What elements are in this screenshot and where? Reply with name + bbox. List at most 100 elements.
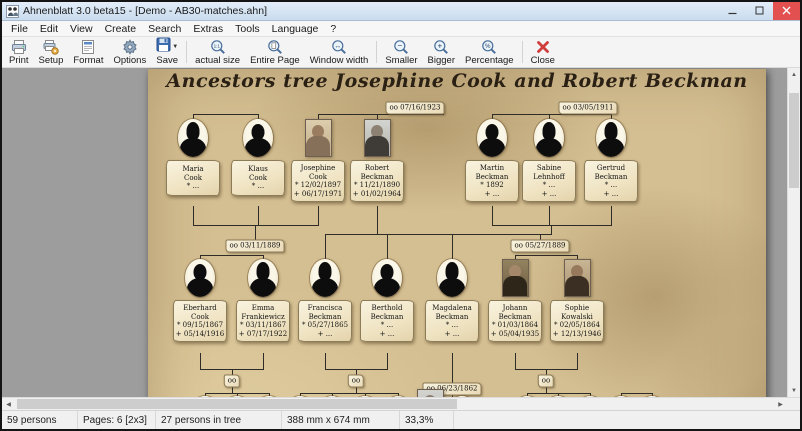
person-text-line: Eberhard: [183, 304, 217, 313]
entire-page-button[interactable]: Entire Page: [245, 37, 305, 67]
bigger-button[interactable]: + Bigger: [423, 37, 460, 67]
menu-help[interactable]: ?: [324, 23, 342, 35]
tree-line: [527, 393, 591, 394]
app-window: Ahnenblatt 3.0 beta15 - [Demo - AB30-mat…: [0, 0, 802, 431]
person-text-line: Josephine: [301, 164, 336, 173]
save-button[interactable]: ▼ Save: [151, 37, 183, 67]
horizontal-scroll-track[interactable]: [15, 398, 774, 410]
person-text-line: Beckman: [309, 313, 342, 322]
person-text-line: Beckman: [476, 173, 509, 182]
smaller-button[interactable]: − Smaller: [380, 37, 422, 67]
person-text-line: Cook: [249, 174, 267, 183]
zoom-entire-page-icon: [267, 39, 283, 55]
menu-file[interactable]: File: [5, 23, 34, 35]
svg-text:1:1: 1:1: [213, 43, 220, 48]
maximize-button[interactable]: [746, 2, 773, 20]
tree-line: [193, 225, 319, 226]
scroll-right-arrow[interactable]: ▶: [774, 398, 787, 410]
tree-person: EmmaFrankiewicz* 03/11/1867+ 07/17/1922: [235, 259, 291, 342]
tree-line: [387, 353, 388, 369]
tree-line: [200, 353, 201, 369]
tree-line: [387, 234, 388, 259]
person-text-line: Klaus: [248, 165, 268, 174]
tree-person: GertrudBeckman* ...+ ...: [583, 119, 639, 202]
person-text-line: + ...: [604, 190, 619, 199]
person-text-line: Magdalena: [432, 304, 472, 313]
close-preview-button[interactable]: Close: [526, 37, 560, 67]
person-text-line: Cook: [191, 313, 209, 322]
options-button[interactable]: Options: [108, 37, 151, 67]
horizontal-scroll-thumb[interactable]: [17, 399, 457, 409]
menu-create[interactable]: Create: [99, 23, 143, 35]
person-text-line: Beckman: [436, 313, 469, 322]
window-controls: [719, 2, 800, 20]
status-persons-in-tree: 27 persons in tree: [156, 411, 282, 429]
marriage-label: oo 03/11/1889: [226, 240, 285, 253]
scroll-left-arrow[interactable]: ◀: [2, 398, 15, 410]
person-text-line: + ...: [542, 190, 557, 199]
menu-tools[interactable]: Tools: [229, 23, 266, 35]
person-text-line: Cook: [309, 173, 327, 182]
scroll-down-arrow[interactable]: ▼: [788, 384, 800, 397]
tree-person: MartinBeckman* 1892+ ...: [464, 119, 520, 202]
actual-size-button[interactable]: 1:1 actual size: [190, 37, 245, 67]
setup-button[interactable]: Setup: [34, 37, 69, 67]
person-silhouette: [310, 259, 340, 297]
preview-area[interactable]: Ancestors tree Josephine Cook and Robert…: [2, 68, 787, 397]
minimize-button[interactable]: [719, 2, 746, 20]
person-text-line: Robert: [365, 164, 389, 173]
print-button[interactable]: Print: [4, 37, 34, 67]
horizontal-scrollbar[interactable]: ◀ ▶: [2, 397, 787, 410]
person-name-box: JohannBeckman* 01/03/1864+ 05/04/1935: [488, 300, 542, 342]
menu-search[interactable]: Search: [142, 23, 187, 35]
tree-line: [452, 353, 453, 383]
window-width-label: Window width: [310, 55, 369, 66]
close-window-button[interactable]: [773, 2, 800, 20]
tree-line: [258, 206, 259, 225]
tree-line: [621, 393, 653, 394]
vertical-scroll-thumb[interactable]: [789, 93, 799, 188]
vertical-scrollbar[interactable]: ▲ ▼: [787, 68, 800, 397]
person-silhouette: [596, 119, 626, 157]
document-page: Ancestors tree Josephine Cook and Robert…: [148, 69, 766, 397]
person-silhouette: [248, 259, 278, 297]
person-text-line: * ...: [543, 181, 555, 190]
person-text-line: Beckman: [595, 173, 628, 182]
person-name-box: MariaCook* ...: [166, 160, 220, 196]
person-text-line: Johann: [503, 304, 528, 313]
person-photo: [364, 119, 391, 157]
person-text-line: Martin: [480, 164, 504, 173]
toolbar: Print Setup Format Options ▼ Save 1:1 ac…: [2, 37, 800, 68]
person-text-line: Gertrud: [597, 164, 625, 173]
minimize-icon: [728, 2, 737, 20]
tree-line: [549, 206, 550, 225]
format-button[interactable]: Format: [68, 37, 108, 67]
person-text-line: * ...: [605, 181, 617, 190]
menu-extras[interactable]: Extras: [187, 23, 229, 35]
tree-person: FranciscaBeckman* 05/27/1865+ ...: [297, 259, 353, 342]
percentage-button[interactable]: % Percentage: [460, 37, 519, 67]
scroll-up-arrow[interactable]: ▲: [788, 68, 800, 81]
save-dropdown-arrow[interactable]: ▼: [172, 44, 178, 50]
actual-size-label: actual size: [195, 55, 240, 66]
close-preview-icon: [535, 39, 551, 55]
window-width-button[interactable]: ↔ Window width: [305, 37, 374, 67]
vertical-scroll-track[interactable]: [788, 81, 800, 384]
tree-line: [492, 206, 493, 225]
person-silhouette: [477, 119, 507, 157]
person-text-line: * 02/05/1864: [554, 321, 600, 330]
person-name-box: MartinBeckman* 1892+ ...: [465, 160, 519, 202]
maximize-icon: [755, 2, 764, 20]
statusbar: 59 persons Pages: 6 [2x3] 27 persons in …: [2, 410, 800, 429]
marriage-label: oo: [224, 375, 240, 388]
person-text-line: * 11/21/1890: [354, 181, 400, 190]
menu-view[interactable]: View: [64, 23, 99, 35]
toolbar-separator: [522, 41, 523, 63]
tree-person: RobertBeckman* 11/21/1890+ 01/02/1964: [349, 119, 405, 202]
person-text-line: * ...: [446, 321, 458, 330]
menu-edit[interactable]: Edit: [34, 23, 64, 35]
person-silhouette: [372, 259, 402, 297]
menu-language[interactable]: Language: [266, 23, 325, 35]
titlebar: Ahnenblatt 3.0 beta15 - [Demo - AB30-mat…: [2, 2, 800, 21]
tree-person: EberhardCook* 09/15/1867+ 05/14/1916: [172, 259, 228, 342]
